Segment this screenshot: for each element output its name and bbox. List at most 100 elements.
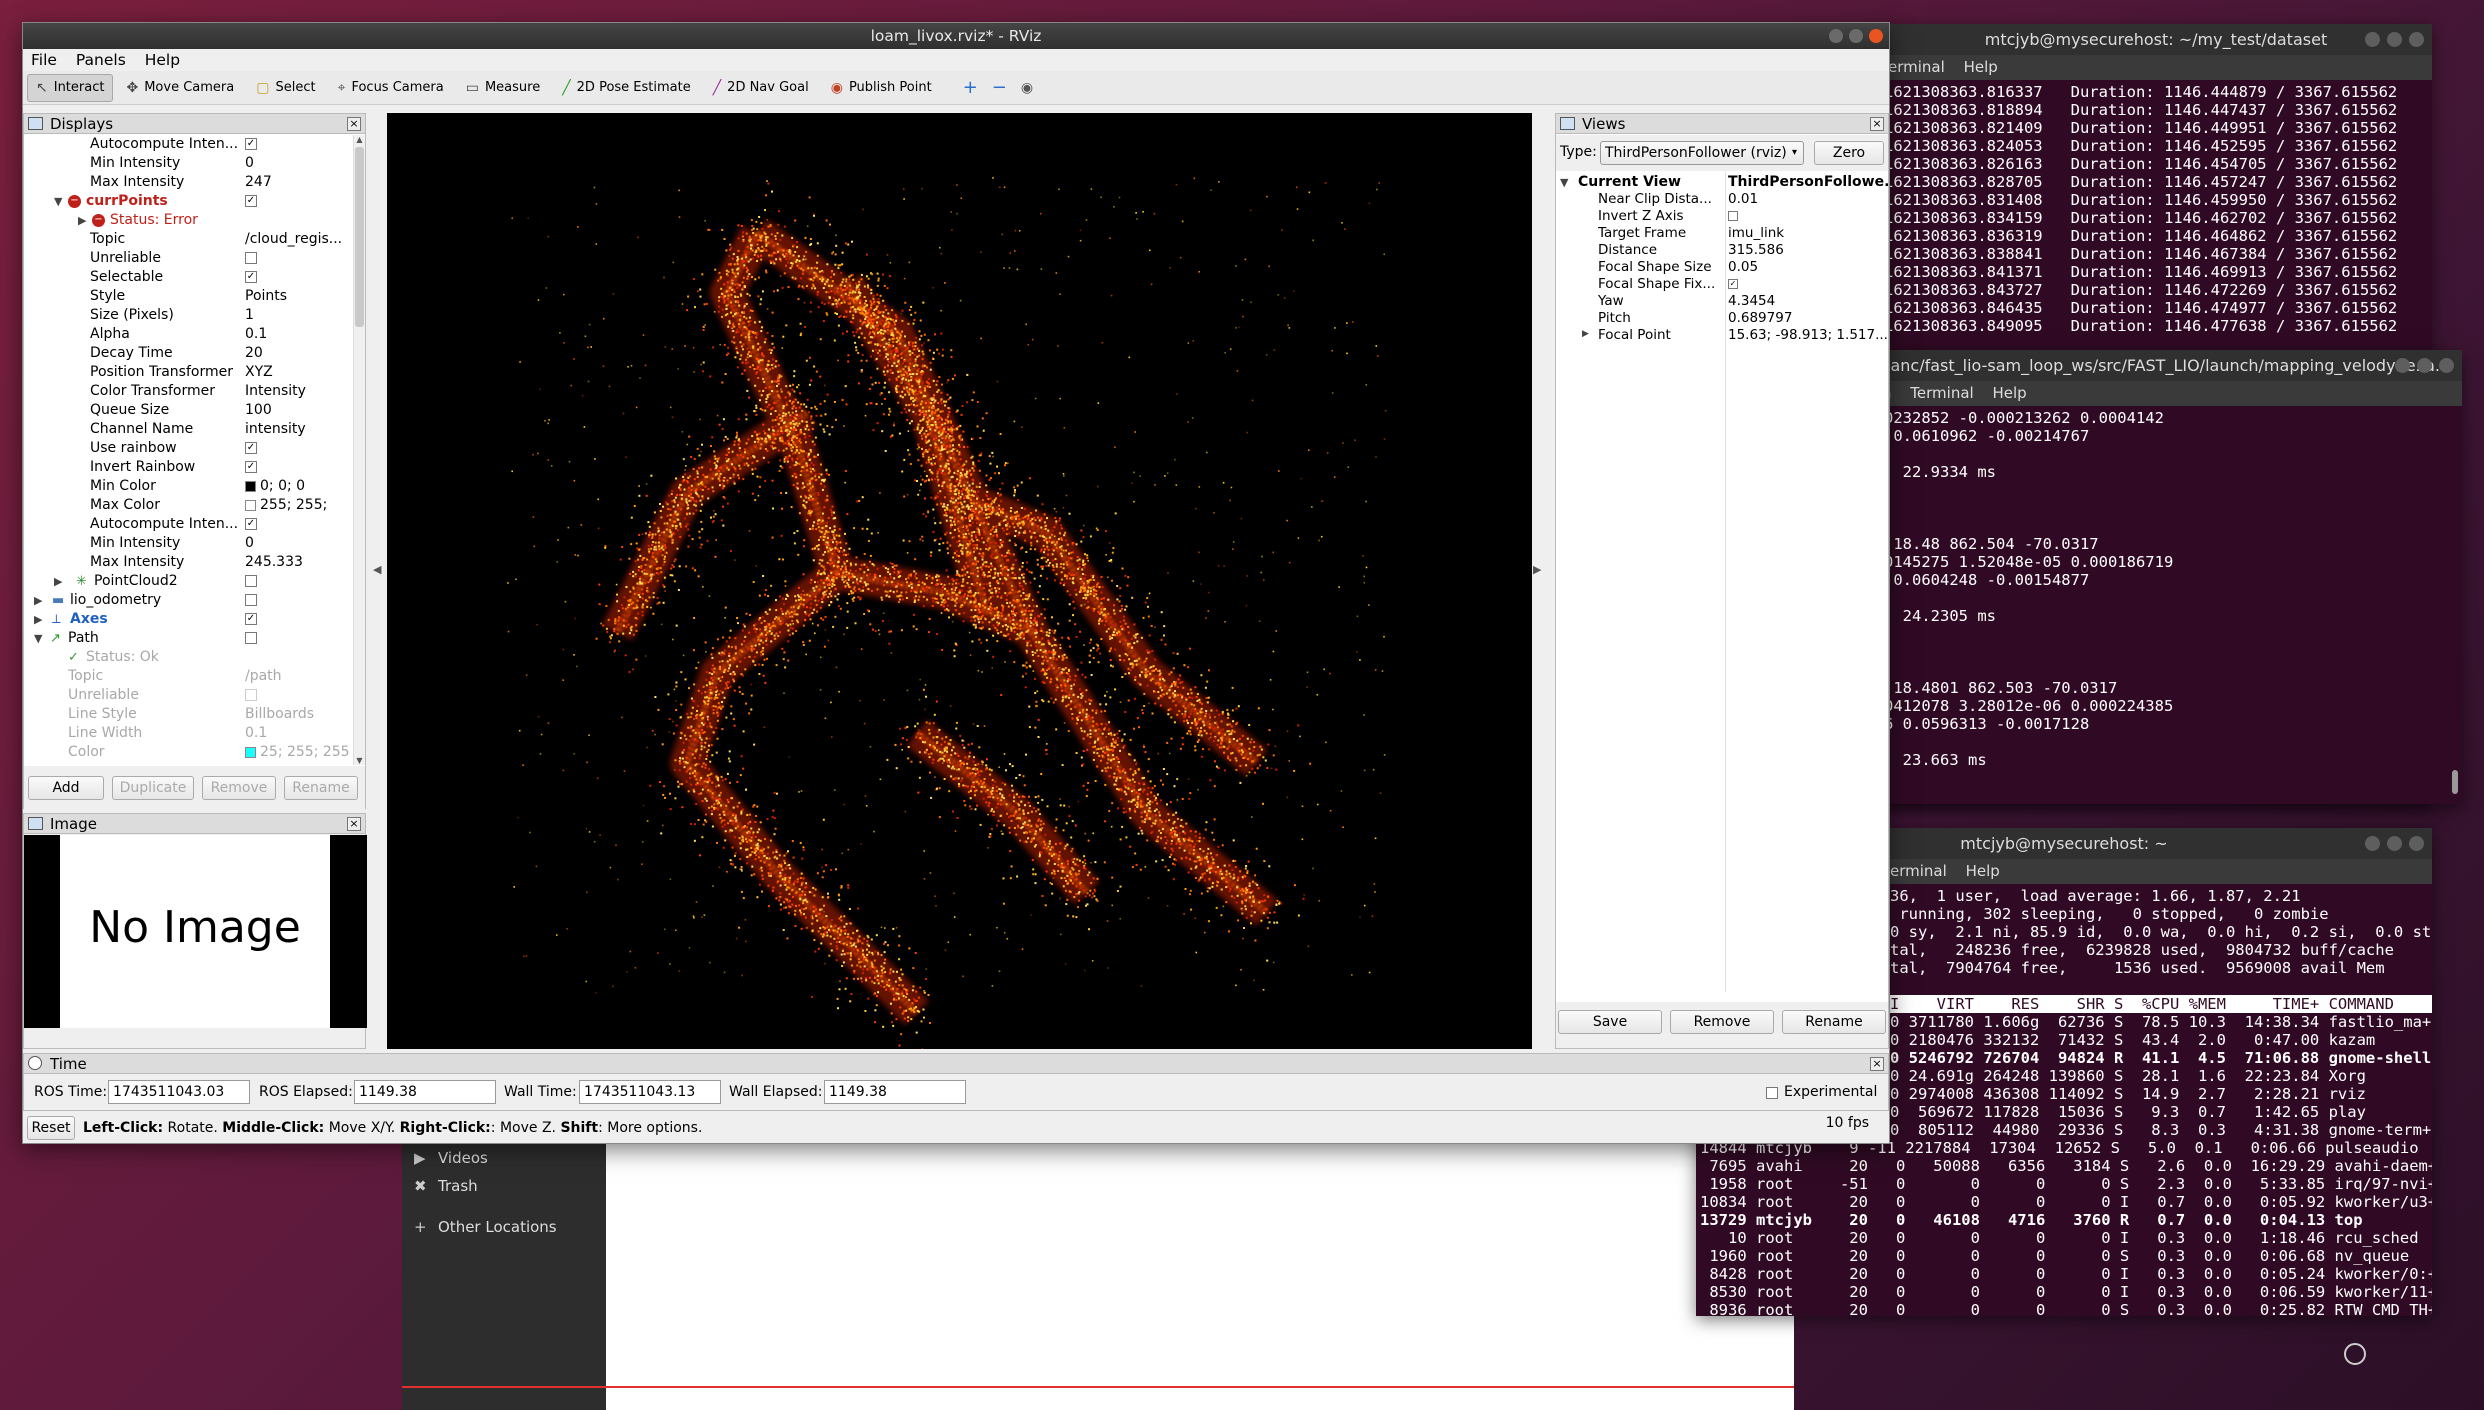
checkbox[interactable]: ✓ [245,195,257,207]
checkbox[interactable]: ✓ [245,518,257,530]
checkbox[interactable] [245,632,257,644]
rename-view-button[interactable]: Rename [1782,1010,1886,1034]
checkbox[interactable]: ✓ [245,613,257,625]
minimize-button[interactable] [2395,358,2410,373]
display-property-row[interactable]: Style Points [24,287,354,306]
interact-tool[interactable]: ↖ Interact [27,73,114,102]
close-panel-icon[interactable]: × [1870,1057,1884,1071]
property-value[interactable] [245,686,354,705]
property-value[interactable]: 0; 0; 0 [245,477,354,496]
maximize-button[interactable] [2387,836,2402,851]
color-swatch[interactable] [245,499,256,511]
display-property-row[interactable]: Line Width 0.1 [24,724,354,743]
view-property-row[interactable]: Pitch 0.689797 [1556,310,1888,327]
collapse-right-icon[interactable]: ▶ [1533,563,1541,576]
color-swatch[interactable] [245,746,256,758]
checkbox[interactable]: ✓ [245,442,257,454]
minimize-button[interactable] [2365,32,2380,47]
move-camera-tool[interactable]: ✥ Move Camera [117,74,243,102]
collapse-left-icon[interactable]: ◀ [373,563,381,576]
property-value[interactable]: ✓ [245,268,354,287]
display-property-row[interactable]: Alpha 0.1 [24,325,354,344]
view-property-value[interactable]: ✓ [1728,276,1888,293]
collapse-arrow-icon[interactable]: ▼ [54,192,62,211]
save-view-button[interactable]: Save [1558,1010,1662,1034]
display-property-row[interactable]: Min Intensity 0 [24,534,354,553]
property-value[interactable] [245,591,354,610]
view-property-row[interactable]: Target Frame imu_link [1556,225,1888,242]
terminal-titlebar[interactable]: mtcjyb@mysecurehost: ~/my_test/dataset [1880,24,2432,55]
view-property-row[interactable]: Near Clip Dista... 0.01 [1556,191,1888,208]
display-property-row[interactable]: Topic/path [24,667,354,686]
property-value[interactable]: ✓ [245,439,354,458]
menu-terminal[interactable]: erminal [1890,862,1947,880]
property-value[interactable] [245,629,354,648]
view-property-value[interactable]: 15.63; -98.913; 1.517... [1728,327,1888,344]
checkbox[interactable] [245,689,257,701]
terminal-window-fastlio[interactable]: ianc/fast_lio-sam_loop_ws/src/FAST_LIO/l… [1880,350,2462,804]
zero-button[interactable]: Zero [1814,141,1884,165]
expand-arrow-icon[interactable]: ▼ [1560,174,1568,191]
maximize-button[interactable] [1849,29,1863,43]
checkbox[interactable]: ✓ [245,138,257,150]
view-property-value[interactable]: 0.01 [1728,191,1888,208]
remove-view-button[interactable]: Remove [1670,1010,1774,1034]
maximize-button[interactable] [2387,32,2402,47]
publish-point-tool[interactable]: ◉ Publish Point [822,74,941,102]
property-value[interactable]: 0 [245,154,354,173]
view-property-row[interactable]: ▶ Focal Point 15.63; -98.913; 1.517... [1556,327,1888,344]
menu-terminal[interactable]: Terminal [1910,384,1973,402]
view-property-value[interactable]: imu_link [1728,225,1888,242]
scroll-down-icon[interactable]: ▼ [354,756,365,765]
collapse-arrow-icon[interactable]: ▼ [34,629,42,648]
property-value[interactable]: XYZ [245,363,354,382]
sidebar-item-trash[interactable]: ✖ Trash [414,1172,478,1200]
expand-arrow-icon[interactable]: ▶ [34,591,42,610]
display-property-row[interactable]: Max Intensity 245.333 [24,553,354,572]
close-button[interactable] [1869,29,1883,43]
close-panel-icon[interactable]: × [347,117,361,131]
color-swatch[interactable] [245,480,256,492]
property-value[interactable]: 255; 255; [245,496,354,515]
view-property-row[interactable]: Focal Shape Size 0.05 [1556,259,1888,276]
property-value[interactable]: 0 [245,534,354,553]
display-property-row[interactable]: Position Transformer XYZ [24,363,354,382]
remove-display-button[interactable]: Remove [202,776,276,800]
wall-time-field[interactable]: 1743511043.13 [579,1080,721,1104]
property-value[interactable]: ✓ [245,192,354,211]
maximize-button[interactable] [2417,358,2432,373]
property-value[interactable]: ✓ [245,135,354,154]
checkbox[interactable] [245,575,257,587]
display-property-row[interactable]: Channel Name intensity [24,420,354,439]
displays-tree[interactable]: Autocompute Inten... ✓ Min Intensity 0 Max I… [24,135,354,765]
sidebar-item-other-locations[interactable]: + Other Locations [414,1213,557,1241]
close-button[interactable] [2409,836,2424,851]
expand-arrow-icon[interactable]: ▶ [54,572,62,591]
view-property-value[interactable]: 315.586 [1728,242,1888,259]
checkbox[interactable]: ✓ [1728,279,1738,289]
terminal-output[interactable]: 0232852 -0.000213262 0.0004142 0.0610962… [1880,406,2462,769]
display-property-row[interactable]: Invert Rainbow ✓ [24,458,354,477]
add-tool-icon[interactable]: + [963,77,978,98]
property-value[interactable]: Intensity [245,382,354,401]
checkbox[interactable]: ✓ [245,271,257,283]
expand-arrow-icon[interactable]: ▶ [78,211,86,230]
rviz-titlebar[interactable]: loam_livox.rviz* - RViz [23,23,1889,49]
menu-panels[interactable]: Panels [76,51,126,69]
property-value[interactable]: 20 [245,344,354,363]
display-property-row[interactable]: Autocompute Inten... ✓ [24,135,354,154]
displays-scrollbar[interactable]: ▲ ▼ [353,135,365,765]
property-value[interactable]: ✓ [245,458,354,477]
ros-time-field[interactable]: 1743511043.03 [108,1080,250,1104]
scroll-up-icon[interactable]: ▲ [354,135,365,144]
view-property-value[interactable] [1728,208,1888,225]
pose-estimate-tool[interactable]: ╱ 2D Pose Estimate [553,74,700,102]
minimize-button[interactable] [2365,836,2380,851]
menu-help[interactable]: Help [145,51,180,69]
menu-help[interactable]: Help [1964,58,1998,76]
property-value[interactable]: /path [245,667,354,686]
display-property-row[interactable]: Unreliable [24,686,354,705]
terminal-output[interactable]: 1621308363.816337 Duration: 1146.444879 … [1880,80,2432,335]
nav-goal-tool[interactable]: ╱ 2D Nav Goal [704,74,818,102]
display-property-row[interactable]: ▼ − currPoints ✓ [24,192,354,211]
